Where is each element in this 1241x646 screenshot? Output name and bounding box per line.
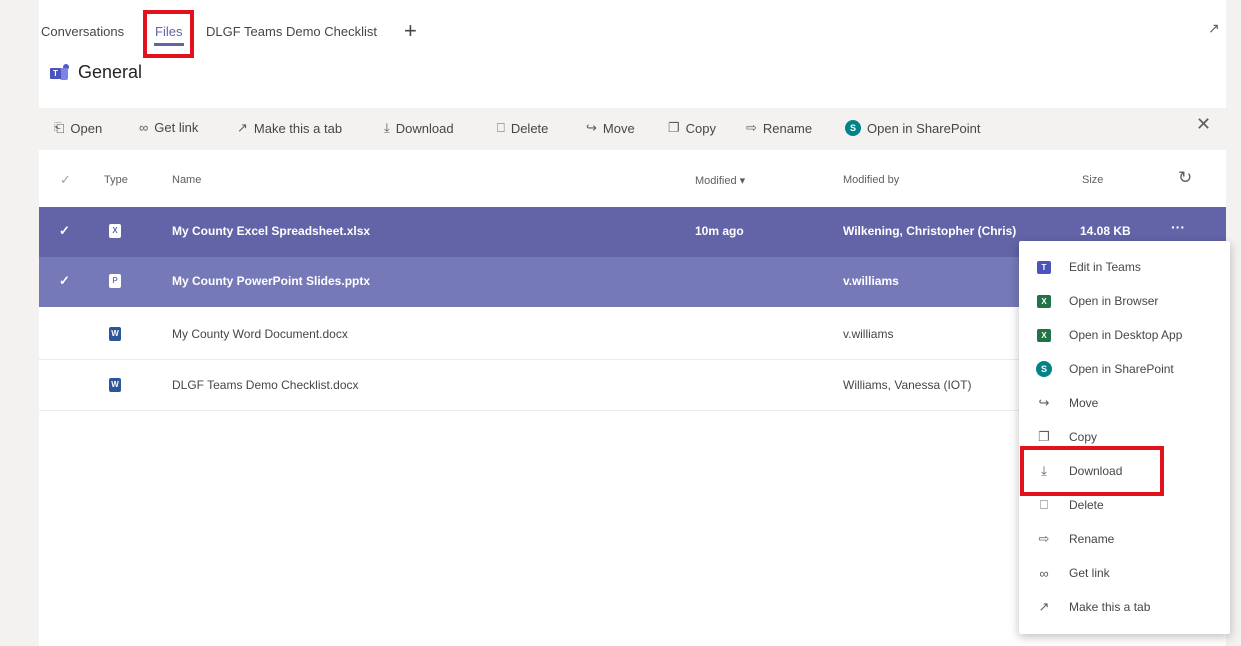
copy-icon: ❐ <box>668 120 680 135</box>
delete-icon: ⎕ <box>497 120 505 135</box>
tab-icon: ↗ <box>237 120 248 135</box>
file-name[interactable]: My County Excel Spreadsheet.xlsx <box>172 224 370 238</box>
toolbar-move-button[interactable]: ↪ Move <box>586 120 635 136</box>
menu-item-edit-in-teams[interactable]: T Edit in Teams <box>1019 250 1230 284</box>
link-icon: ∞ <box>139 120 149 135</box>
menu-item-get-link[interactable]: ∞ Get link <box>1019 556 1230 590</box>
move-icon: ↪ <box>1038 395 1050 410</box>
sharepoint-icon <box>845 120 861 136</box>
file-size: 14.08 KB <box>1080 224 1131 238</box>
channel-header: T General <box>50 62 142 83</box>
download-highlight <box>1020 446 1164 496</box>
file-modified-by: v.williams <box>843 327 894 341</box>
open-icon: ⎗ <box>54 120 65 135</box>
context-menu: T Edit in Teams X Open in Browser X Open… <box>1019 241 1230 634</box>
channel-name: General <box>78 62 143 82</box>
file-modified-by: v.williams <box>843 274 899 288</box>
teams-icon: T <box>50 63 72 82</box>
column-header-modified-by[interactable]: Modified by <box>843 174 899 186</box>
row-checkbox[interactable]: ✓ <box>59 223 70 239</box>
excel-icon: X <box>1019 294 1069 308</box>
column-header-modified[interactable]: Modified ▾ <box>695 174 745 187</box>
sharepoint-icon <box>1019 361 1069 377</box>
toolbar-delete-button[interactable]: ⎕ Delete <box>497 120 548 136</box>
rename-icon: ⇨ <box>1038 531 1050 546</box>
link-icon: ∞ <box>1039 565 1049 581</box>
word-file-icon: W <box>109 378 121 392</box>
menu-item-open-in-browser[interactable]: X Open in Browser <box>1019 284 1230 318</box>
teams-icon: T <box>1019 260 1069 274</box>
column-header-type[interactable]: Type <box>104 174 128 186</box>
column-header-name[interactable]: Name <box>172 174 201 186</box>
toolbar-open-button[interactable]: ⎗ Open <box>54 120 102 136</box>
powerpoint-file-icon: P <box>109 274 121 288</box>
file-modified-by: Williams, Vanessa (IOT) <box>843 378 972 392</box>
toolbar-download-button[interactable]: ⤓ Download <box>384 120 454 136</box>
toolbar-copy-button[interactable]: ❐ Copy <box>668 120 716 136</box>
toolbar-make-tab-button[interactable]: ↗ Make this a tab <box>237 120 342 136</box>
expand-icon[interactable]: ↗ <box>1208 20 1220 37</box>
menu-item-rename[interactable]: ⇨ Rename <box>1019 522 1230 556</box>
menu-item-open-in-sharepoint[interactable]: Open in SharePoint <box>1019 352 1230 386</box>
refresh-icon[interactable]: ↻ <box>1178 168 1192 188</box>
files-tab-highlight <box>143 10 194 58</box>
tab-conversations[interactable]: Conversations <box>41 24 124 39</box>
tab-dlgf-checklist[interactable]: DLGF Teams Demo Checklist <box>206 24 377 39</box>
menu-item-open-in-desktop-app[interactable]: X Open in Desktop App <box>1019 318 1230 352</box>
plus-icon[interactable]: + <box>404 18 417 44</box>
tab-icon: ↗ <box>1038 599 1050 614</box>
more-options-icon[interactable]: ··· <box>1171 219 1185 235</box>
file-modified: 10m ago <box>695 224 744 238</box>
download-icon: ⤓ <box>384 120 390 135</box>
file-name[interactable]: My County PowerPoint Slides.pptx <box>172 274 370 288</box>
excel-icon: X <box>1019 328 1069 342</box>
toolbar-rename-button[interactable]: ⇨ Rename <box>746 120 812 136</box>
excel-file-icon: X <box>109 224 121 238</box>
move-icon: ↪ <box>586 120 597 135</box>
row-checkbox[interactable]: ✓ <box>59 273 70 289</box>
menu-item-make-this-a-tab[interactable]: ↗ Make this a tab <box>1019 590 1230 624</box>
menu-item-move[interactable]: ↪ Move <box>1019 386 1230 420</box>
rename-icon: ⇨ <box>746 120 757 135</box>
file-modified-by: Wilkening, Christopher (Chris) <box>843 224 1017 238</box>
column-header-size[interactable]: Size <box>1082 174 1103 186</box>
toolbar-open-sharepoint-button[interactable]: Open in SharePoint <box>845 120 980 136</box>
close-icon[interactable]: ✕ <box>1196 114 1211 135</box>
copy-icon: ❐ <box>1038 429 1050 444</box>
select-all-checkbox[interactable]: ✓ <box>60 172 71 188</box>
word-file-icon: W <box>109 327 121 341</box>
file-name[interactable]: My County Word Document.docx <box>172 327 348 341</box>
delete-icon: ⎕ <box>1040 497 1048 512</box>
file-name[interactable]: DLGF Teams Demo Checklist.docx <box>172 378 359 392</box>
toolbar-get-link-button[interactable]: ∞ Get link <box>139 120 198 135</box>
